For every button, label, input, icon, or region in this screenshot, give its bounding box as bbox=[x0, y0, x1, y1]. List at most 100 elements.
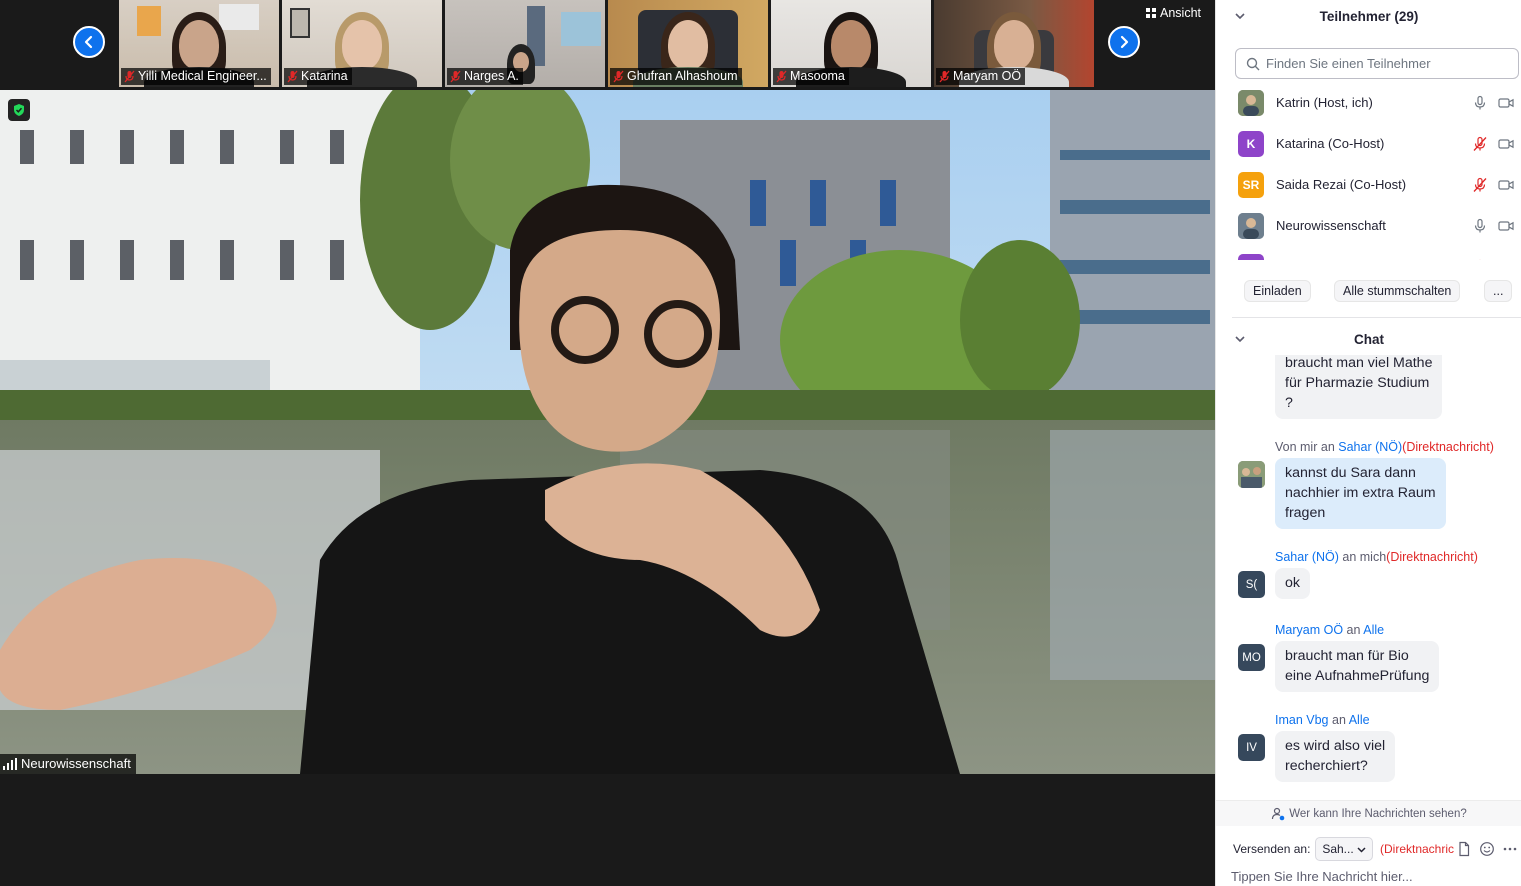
participant-face bbox=[831, 20, 871, 70]
participants-title: Teilnehmer (29) bbox=[1319, 8, 1419, 24]
thumbnail-name-label: Katarina bbox=[284, 68, 352, 85]
who-can-see-messages-link[interactable]: Wer kann Ihre Nachrichten sehen? bbox=[1216, 800, 1521, 826]
chat-title: Chat bbox=[1354, 331, 1384, 347]
more-options-button[interactable]: ... bbox=[1484, 280, 1513, 302]
video-camera-icon[interactable] bbox=[1498, 218, 1514, 234]
thumbnail-name: Ghufran Alhashoum bbox=[627, 69, 738, 83]
participant-row[interactable]: Katrin (Host, ich) bbox=[1216, 82, 1521, 123]
next-page-button[interactable] bbox=[1108, 26, 1140, 58]
speaker-name: Neurowissenschaft bbox=[21, 756, 131, 771]
participant-avatar: K bbox=[1238, 130, 1264, 157]
previous-page-button[interactable] bbox=[73, 26, 105, 58]
encryption-shield-button[interactable] bbox=[8, 99, 30, 121]
signal-strength-icon bbox=[3, 758, 17, 770]
file-icon[interactable] bbox=[1456, 841, 1472, 857]
mic-muted-icon[interactable] bbox=[1472, 136, 1488, 152]
chat-messages[interactable]: braucht man viel Mathe für Pharmazie Stu… bbox=[1216, 355, 1521, 799]
chat-message-input[interactable] bbox=[1231, 866, 1511, 886]
chat-message-line: nachhier im extra Raum bbox=[1285, 485, 1436, 501]
chat-recipient[interactable]: Alle bbox=[1363, 623, 1384, 637]
participant-list: Katrin (Host, ich) K Katarina (Co-Host) SR S… bbox=[1216, 82, 1521, 260]
search-icon bbox=[1246, 57, 1260, 70]
participant-row[interactable]: K Katarina (Co-Host) bbox=[1216, 123, 1521, 164]
chat-sender[interactable]: Maryam OÖ bbox=[1275, 623, 1343, 637]
chat-message-meta: Maryam OÖ an Alle bbox=[1275, 623, 1384, 637]
chat-message-bubble: kannst du Sara dann nachhier im extra Ra… bbox=[1275, 458, 1446, 529]
whiteboard bbox=[219, 4, 259, 30]
chat-recipient[interactable]: Sahar (NÖ) bbox=[1338, 440, 1402, 454]
mic-muted-icon[interactable] bbox=[1472, 177, 1488, 193]
mic-muted-icon bbox=[450, 70, 461, 83]
panel-divider bbox=[1232, 317, 1521, 318]
participant-name: Neurowissenschaft bbox=[1276, 218, 1386, 233]
chevron-left-icon bbox=[84, 35, 93, 49]
chevron-down-icon[interactable] bbox=[1234, 10, 1246, 22]
participant-avatar: AN bbox=[1238, 253, 1264, 260]
speaker-name-label: Neurowissenschaft bbox=[0, 754, 136, 774]
view-button[interactable]: Ansicht bbox=[1146, 6, 1201, 20]
zoom-meeting-window: Yilli Medical Engineer... Katarina Narge… bbox=[0, 0, 1521, 886]
gallery-strip: Yilli Medical Engineer... Katarina Narge… bbox=[0, 0, 1215, 90]
thumbnail-name-label: Maryam OÖ bbox=[936, 68, 1026, 85]
participant-thumbnail[interactable]: Masooma bbox=[771, 0, 931, 87]
mic-icon[interactable] bbox=[1472, 218, 1488, 234]
speaker-video-frame bbox=[0, 90, 1215, 774]
thumbnail-name: Narges A. bbox=[464, 69, 519, 83]
participants-header[interactable]: Teilnehmer (29) bbox=[1216, 0, 1521, 32]
participant-avatar: SR bbox=[1238, 171, 1264, 198]
recipient-selected-value: Sah... bbox=[1322, 842, 1354, 856]
chat-message-meta: Von mir an Sahar (NÖ)(Direktnachricht) bbox=[1275, 440, 1494, 454]
mic-icon[interactable] bbox=[1472, 95, 1488, 111]
video-camera-icon[interactable] bbox=[1498, 95, 1514, 111]
participant-face bbox=[179, 20, 219, 70]
participant-row[interactable]: Neurowissenschaft bbox=[1216, 205, 1521, 246]
profile-photo-icon bbox=[1238, 212, 1264, 239]
chat-header[interactable]: Chat bbox=[1216, 323, 1521, 355]
invite-button[interactable]: Einladen bbox=[1244, 280, 1311, 302]
direct-message-tag: (Direktnachricht) bbox=[1386, 550, 1478, 564]
chevron-right-icon bbox=[1120, 35, 1129, 49]
chevron-down-icon[interactable] bbox=[1234, 333, 1246, 345]
my-avatar bbox=[1238, 461, 1265, 488]
mic-muted-icon bbox=[124, 70, 135, 83]
participant-search-box[interactable] bbox=[1235, 48, 1519, 79]
chat-connector: an bbox=[1346, 623, 1361, 637]
thumbnail-name: Yilli Medical Engineer... bbox=[138, 69, 267, 83]
recipient-select[interactable]: Sah... bbox=[1315, 837, 1373, 861]
participant-thumbnail[interactable]: Ghufran Alhashoum bbox=[608, 0, 768, 87]
participant-row[interactable]: AN Ali Reza Nabati bbox=[1216, 246, 1521, 260]
chat-connector: an bbox=[1332, 713, 1346, 727]
video-camera-icon[interactable] bbox=[1498, 259, 1514, 260]
thumbnail-name: Masooma bbox=[790, 69, 845, 83]
chat-sender-avatar: IV bbox=[1238, 734, 1265, 761]
profile-photo-icon bbox=[1238, 89, 1264, 116]
chat-sender[interactable]: Sahar (NÖ) bbox=[1275, 550, 1339, 564]
video-camera-icon[interactable] bbox=[1498, 177, 1514, 193]
emoji-icon[interactable] bbox=[1479, 841, 1495, 857]
thumbnail-name: Maryam OÖ bbox=[953, 69, 1022, 83]
participant-thumbnail[interactable]: Maryam OÖ bbox=[934, 0, 1094, 87]
chat-message-bubble: braucht man viel Mathe für Pharmazie Stu… bbox=[1275, 355, 1443, 419]
chat-message-line: ok bbox=[1285, 575, 1300, 591]
mute-all-button[interactable]: Alle stummschalten bbox=[1334, 280, 1461, 302]
mic-muted-icon bbox=[613, 70, 624, 83]
chat-recipient[interactable]: Alle bbox=[1349, 713, 1370, 727]
active-speaker-video[interactable]: Neurowissenschaft bbox=[0, 90, 1215, 774]
grid-view-icon bbox=[1146, 8, 1156, 18]
participant-thumbnail[interactable]: Yilli Medical Engineer... bbox=[119, 0, 279, 87]
direct-message-tag: (Direktnachricht) bbox=[1402, 440, 1494, 454]
chat-message-line: es wird also viel bbox=[1285, 738, 1386, 754]
participant-row[interactable]: SR Saida Rezai (Co-Host) bbox=[1216, 164, 1521, 205]
chat-message-line: recherchiert? bbox=[1285, 758, 1368, 774]
more-icon[interactable] bbox=[1502, 841, 1518, 857]
participant-thumbnail[interactable]: Katarina bbox=[282, 0, 442, 87]
video-camera-icon[interactable] bbox=[1498, 136, 1514, 152]
participant-thumbnail[interactable]: Narges A. bbox=[445, 0, 605, 87]
chat-connector: an bbox=[1320, 440, 1335, 454]
chat-connector: an mich bbox=[1342, 550, 1387, 564]
participant-name: Ali Reza Nabati bbox=[1276, 259, 1366, 260]
send-to-row: Versenden an: Sah... (Direktnachricht) bbox=[1216, 836, 1521, 862]
participant-search-input[interactable] bbox=[1266, 56, 1506, 71]
chat-sender[interactable]: Iman Vbg bbox=[1275, 713, 1329, 727]
mic-muted-icon[interactable] bbox=[1472, 259, 1488, 260]
